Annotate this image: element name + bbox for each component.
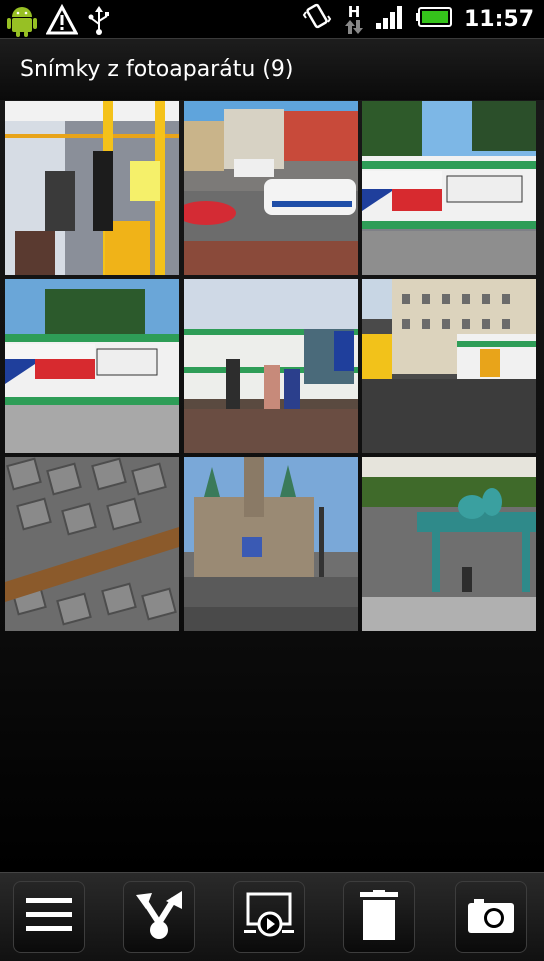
share-icon — [132, 889, 186, 945]
delete-icon — [360, 890, 398, 944]
photo-thumbnail[interactable] — [184, 101, 358, 275]
network-h-icon: H — [344, 4, 364, 34]
menu-button[interactable] — [13, 881, 85, 953]
camera-icon — [468, 897, 514, 937]
title-bar: Snímky z fotoaparátu (9) — [0, 38, 544, 101]
slideshow-button[interactable] — [233, 881, 305, 953]
warning-icon — [45, 3, 79, 40]
clock: 11:57 — [463, 6, 534, 32]
photo-thumbnail[interactable] — [362, 457, 536, 631]
page-title: Snímky z fotoaparátu (9) — [20, 57, 294, 82]
usb-icon — [86, 4, 112, 40]
photo-thumbnail[interactable] — [5, 279, 179, 453]
menu-icon — [26, 898, 72, 936]
android-icon — [6, 2, 38, 42]
photo-thumbnail[interactable] — [362, 279, 536, 453]
delete-button[interactable] — [343, 881, 415, 953]
battery-icon — [415, 7, 452, 31]
photo-thumbnail[interactable] — [184, 457, 358, 631]
camera-button[interactable] — [455, 881, 527, 953]
photo-thumbnail[interactable] — [5, 101, 179, 275]
photo-thumbnail[interactable] — [362, 101, 536, 275]
share-button[interactable] — [123, 881, 195, 953]
slideshow-icon — [244, 892, 294, 942]
bottom-toolbar — [0, 872, 544, 961]
vibrate-icon — [302, 2, 332, 36]
status-bar: H 11:57 — [0, 0, 544, 38]
photo-thumbnail[interactable] — [184, 279, 358, 453]
signal-icon — [375, 5, 404, 33]
photo-grid — [5, 101, 537, 631]
photo-thumbnail[interactable] — [5, 457, 179, 631]
